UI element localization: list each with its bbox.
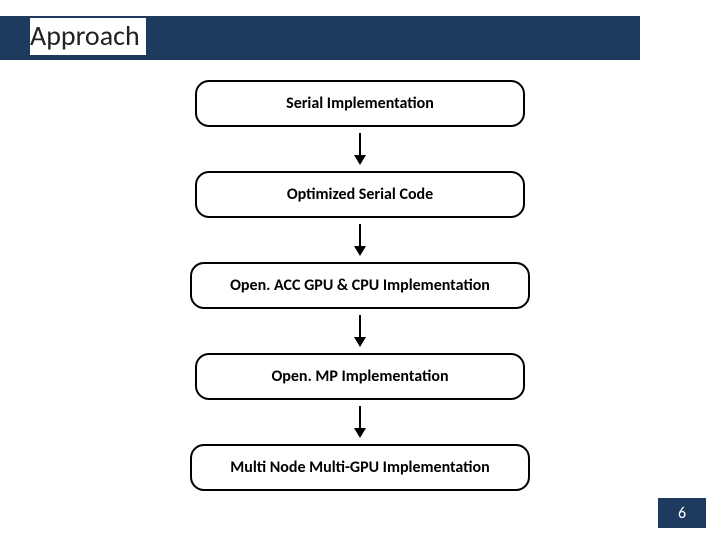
step-optimized-serial: Optimized Serial Code: [195, 171, 525, 218]
arrow-down-icon: [354, 406, 366, 438]
slide: Approach Serial Implementation Optimized…: [0, 0, 720, 540]
arrow-down-icon: [354, 224, 366, 256]
step-openacc: Open. ACC GPU & CPU Implementation: [190, 262, 530, 309]
step-multi-node: Multi Node Multi-GPU Implementation: [190, 444, 530, 491]
arrow-down-icon: [354, 315, 366, 347]
flowchart: Serial Implementation Optimized Serial C…: [0, 80, 720, 491]
step-serial-implementation: Serial Implementation: [195, 80, 525, 127]
step-openmp: Open. MP Implementation: [195, 353, 525, 400]
slide-title: Approach: [30, 18, 146, 55]
page-number: 6: [658, 498, 706, 528]
arrow-down-icon: [354, 133, 366, 165]
